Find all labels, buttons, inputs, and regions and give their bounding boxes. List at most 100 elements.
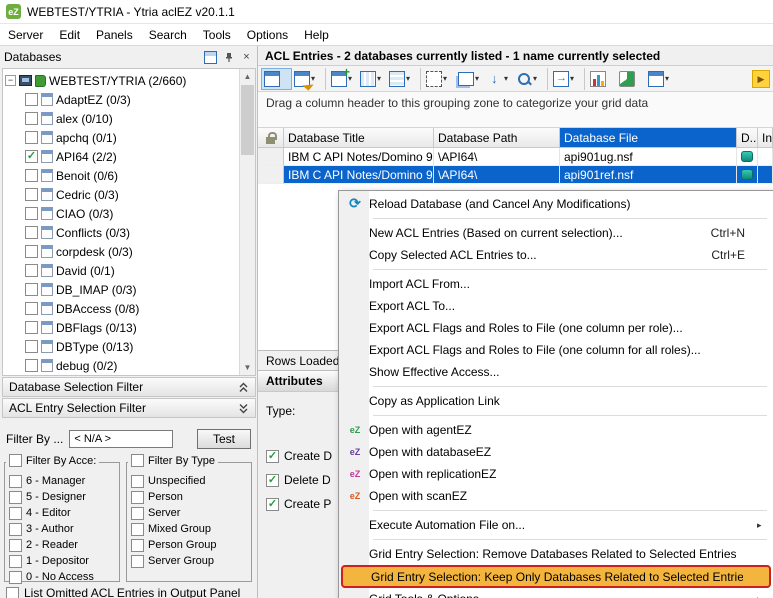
toolbar-button[interactable] xyxy=(292,68,321,90)
context-menu-item[interactable] xyxy=(373,510,767,511)
menubar-item[interactable]: Panels xyxy=(88,26,141,44)
dropdown-caret-icon[interactable] xyxy=(533,75,541,83)
menubar-item[interactable]: Options xyxy=(239,26,296,44)
checkbox[interactable] xyxy=(6,587,19,598)
tree-item-database[interactable]: alex (0/10) xyxy=(5,109,239,128)
grid-column-header[interactable] xyxy=(258,128,284,148)
context-menu-item[interactable]: Export ACL Flags and Roles to File (one … xyxy=(341,317,771,339)
checkbox[interactable] xyxy=(9,523,22,536)
toolbar-button[interactable] xyxy=(547,68,580,90)
grid-column-header[interactable]: Database Path xyxy=(434,128,560,148)
database-type-cell[interactable] xyxy=(737,166,758,184)
context-menu-item[interactable]: Open with replicationEZ xyxy=(341,463,771,485)
tree-scrollbar[interactable]: ▲ ▼ xyxy=(239,69,255,375)
tree-item-database[interactable]: CIAO (0/3) xyxy=(5,204,239,223)
dropdown-caret-icon[interactable] xyxy=(570,75,578,83)
tree-item-database[interactable]: AdaptEZ (0/3) xyxy=(5,90,239,109)
checkbox[interactable] xyxy=(131,491,144,504)
pin-icon[interactable] xyxy=(222,51,235,64)
grouping-zone[interactable]: Drag a column header to this grouping zo… xyxy=(258,92,773,128)
database-checkbox[interactable] xyxy=(25,169,38,182)
context-menu-item[interactable]: Execute Automation File on... xyxy=(341,514,771,536)
database-checkbox[interactable] xyxy=(25,226,38,239)
toolbar-button[interactable] xyxy=(325,68,358,90)
checkbox[interactable] xyxy=(9,454,22,467)
toolbar-button[interactable] xyxy=(420,68,453,90)
tree-item-database[interactable]: DBFlags (0/13) xyxy=(5,318,239,337)
dropdown-caret-icon[interactable] xyxy=(377,75,385,83)
database-checkbox[interactable] xyxy=(25,112,38,125)
database-checkbox[interactable] xyxy=(25,340,38,353)
grid-column-header[interactable]: Database File xyxy=(560,128,737,148)
acl-entry-selection-filter-bar[interactable]: ACL Entry Selection Filter xyxy=(2,398,256,418)
context-menu-item[interactable] xyxy=(373,218,767,219)
context-menu-item[interactable]: Grid Tools & Options xyxy=(341,588,771,598)
checkbox[interactable] xyxy=(9,475,22,488)
context-menu-item[interactable]: Copy as Application Link xyxy=(341,390,771,412)
menubar-item[interactable]: Help xyxy=(296,26,337,44)
database-checkbox[interactable] xyxy=(25,321,38,334)
checkbox[interactable] xyxy=(131,555,144,568)
filter-value-input[interactable] xyxy=(69,430,173,448)
dropdown-caret-icon[interactable] xyxy=(475,75,483,83)
grid-column-header[interactable]: D... xyxy=(737,128,758,148)
database-checkbox[interactable] xyxy=(25,264,38,277)
toolbar-button[interactable] xyxy=(485,68,514,90)
context-menu-item[interactable]: Import ACL From... xyxy=(341,273,771,295)
database-checkbox[interactable] xyxy=(25,150,38,163)
context-menu-item[interactable]: Export ACL Flags and Roles to File (one … xyxy=(341,339,771,361)
tree-item-database[interactable]: David (0/1) xyxy=(5,261,239,280)
database-checkbox[interactable] xyxy=(25,93,38,106)
tree-item-database[interactable]: corpdesk (0/3) xyxy=(5,242,239,261)
context-menu-item[interactable]: Open with scanEZ xyxy=(341,485,771,507)
filter-by-type-legend[interactable]: Filter By Type xyxy=(128,454,218,467)
menubar-item[interactable]: Server xyxy=(0,26,51,44)
checkbox[interactable] xyxy=(9,491,22,504)
expand-down-icon[interactable] xyxy=(238,403,249,414)
checkbox[interactable] xyxy=(266,450,279,463)
database-file-cell[interactable]: api901ug.nsf xyxy=(560,148,737,166)
database-title-cell[interactable]: IBM C API Notes/Domino 9 xyxy=(284,148,434,166)
database-checkbox[interactable] xyxy=(25,207,38,220)
checkbox[interactable] xyxy=(9,555,22,568)
filter-option[interactable]: Server Group xyxy=(131,553,249,569)
grid-column-header[interactable]: Inh xyxy=(758,128,773,148)
filter-option[interactable]: 6 - Manager xyxy=(9,473,117,489)
context-menu-item[interactable]: Copy Selected ACL Entries to... Ctrl+E xyxy=(341,244,771,266)
context-menu-item[interactable]: Export ACL To... xyxy=(341,295,771,317)
filter-option[interactable]: 0 - No Access xyxy=(9,569,117,585)
collapse-expander-icon[interactable] xyxy=(5,75,16,86)
grid-row[interactable]: IBM C API Notes/Domino 9 \API64\ api901u… xyxy=(258,148,773,166)
filter-option[interactable]: 1 - Depositor xyxy=(9,553,117,569)
context-menu-item[interactable]: Show Effective Access... xyxy=(341,361,771,383)
filter-option[interactable]: 4 - Editor xyxy=(9,505,117,521)
filter-option[interactable]: Unspecified xyxy=(131,473,249,489)
database-type-cell[interactable] xyxy=(737,148,758,166)
dropdown-caret-icon[interactable] xyxy=(443,75,451,83)
context-menu-item[interactable] xyxy=(373,269,767,270)
tree-item-database[interactable]: DBType (0/13) xyxy=(5,337,239,356)
menubar-item[interactable]: Edit xyxy=(51,26,88,44)
filter-option[interactable]: 5 - Designer xyxy=(9,489,117,505)
filter-option[interactable]: Server xyxy=(131,505,249,521)
checkbox[interactable] xyxy=(9,539,22,552)
toolbar-button[interactable] xyxy=(358,68,387,90)
menubar-item[interactable]: Search xyxy=(141,26,195,44)
panel-grid-icon[interactable] xyxy=(204,51,217,64)
toolbar-button[interactable] xyxy=(646,68,675,90)
toolbar-button[interactable] xyxy=(453,68,485,90)
checkbox[interactable] xyxy=(131,539,144,552)
database-path-cell[interactable]: \API64\ xyxy=(434,166,560,184)
test-button[interactable]: Test xyxy=(197,429,251,449)
filter-option[interactable]: Mixed Group xyxy=(131,521,249,537)
tree-item-database[interactable]: Benoit (0/6) xyxy=(5,166,239,185)
dropdown-caret-icon[interactable] xyxy=(406,75,414,83)
filter-option[interactable]: 2 - Reader xyxy=(9,537,117,553)
dropdown-caret-icon[interactable] xyxy=(504,75,512,83)
context-menu-item[interactable] xyxy=(373,539,767,540)
scroll-down-icon[interactable]: ▼ xyxy=(240,360,255,375)
menubar-item[interactable]: Tools xyxy=(195,26,239,44)
toolbar-button[interactable] xyxy=(584,68,617,90)
toolbar-button[interactable] xyxy=(514,68,543,90)
checkbox[interactable] xyxy=(131,507,144,520)
